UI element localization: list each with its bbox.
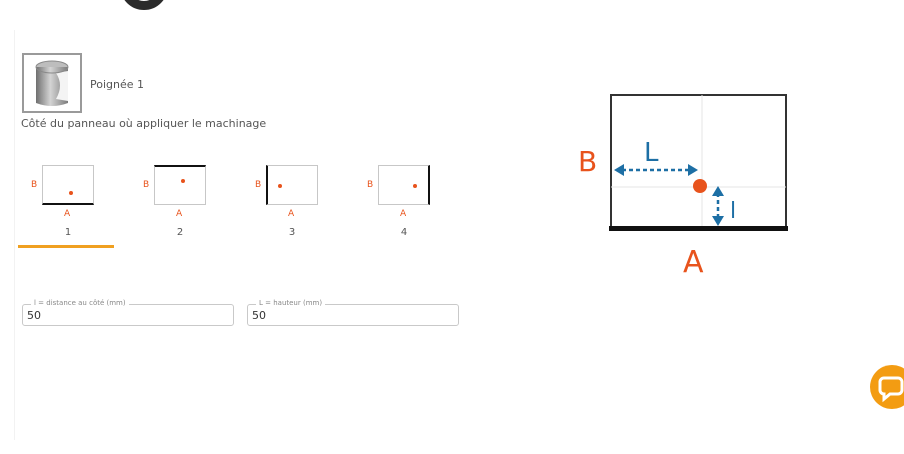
product-thumbnail[interactable] [22,53,82,113]
handle-icon [35,60,69,106]
diagram-label-a: A [683,245,704,280]
edge-a [609,226,788,231]
diagram-label-b: B [578,145,597,178]
side-2-panel-icon [154,165,206,205]
side-2-label-b: B [143,180,150,190]
side-option-3[interactable]: B A 3 [242,165,338,249]
side-3-label-b: B [255,180,262,190]
section-label: Côté du panneau où appliquer le machinag… [21,117,267,130]
height-field[interactable]: L = hauteur (mm) [247,299,459,326]
side-4-label-b: B [367,180,374,190]
distance-input[interactable] [27,308,217,322]
side-3-panel-icon [266,165,318,205]
side-3-number: 3 [288,227,296,238]
panel-outline [610,94,787,230]
chat-icon [878,376,904,403]
side-4-panel-icon [378,165,430,205]
height-field-label: L = hauteur (mm) [256,299,326,308]
side-1-label-a: A [64,209,71,219]
side-2-number: 2 [176,227,184,238]
side-1-number: 1 [64,227,72,238]
position-marker [181,179,185,183]
side-3-label-a: A [288,209,295,219]
distance-field[interactable]: l = distance au côté (mm) [22,299,234,326]
height-input[interactable] [252,308,442,322]
side-1-panel-icon [42,165,94,205]
handle-position-marker [693,179,707,193]
position-marker [278,184,282,188]
side-option-4[interactable]: B A 4 [354,165,450,249]
diagram-label-small-l: l [730,199,736,224]
machining-diagram: B L l A [578,94,788,280]
side-1-label-b: B [31,180,38,190]
diagram-label-l: L [644,138,659,168]
side-option-2[interactable]: B A 2 [130,165,226,249]
position-marker [69,191,73,195]
selected-underline [18,245,114,248]
chat-button[interactable] [870,365,904,409]
side-option-1[interactable]: B A 1 [18,165,114,249]
position-marker [413,184,417,188]
product-name: Poignée 1 [90,78,145,91]
side-2-label-a: A [176,209,183,219]
top-logo-fragment [120,0,168,10]
side-4-label-a: A [400,209,407,219]
side-4-number: 4 [400,227,408,238]
distance-field-label: l = distance au côté (mm) [31,299,129,308]
